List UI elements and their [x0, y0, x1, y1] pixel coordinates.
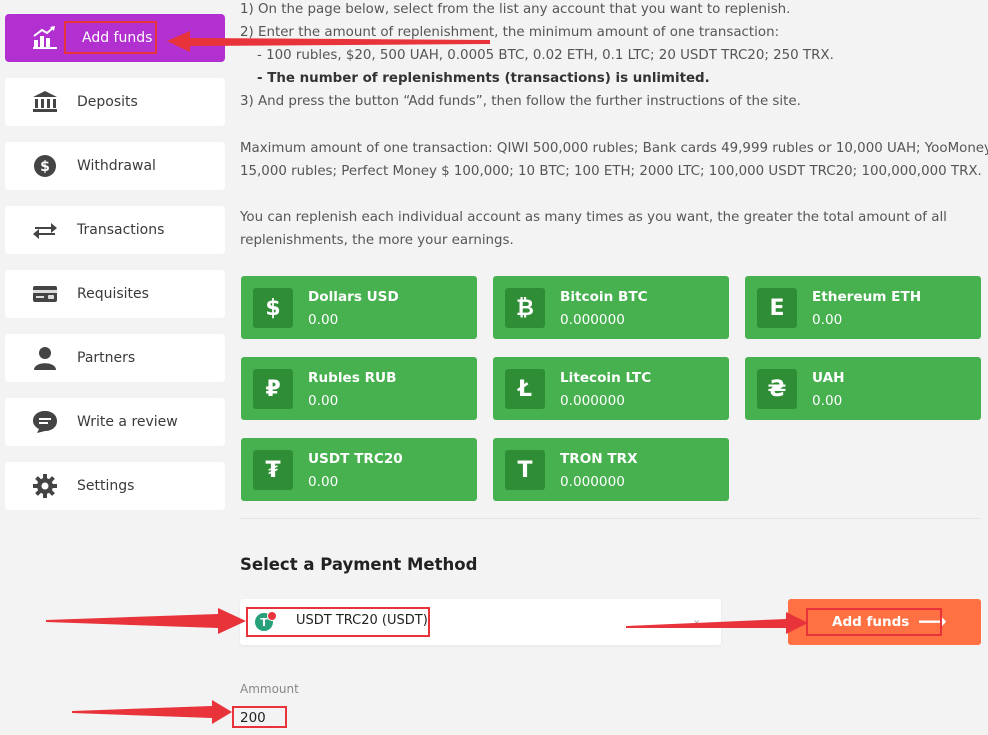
- ruble-icon: ₽: [253, 369, 293, 409]
- account-name: USDT TRC20: [308, 451, 403, 467]
- replenish-line-2: replenishments, the more your earnings.: [240, 233, 514, 248]
- account-name: Dollars USD: [308, 289, 399, 305]
- account-name: Litecoin LTC: [560, 370, 652, 386]
- account-card-btc[interactable]: ₿ Bitcoin BTC 0.000000: [493, 276, 729, 339]
- bitcoin-icon: ₿: [505, 288, 545, 328]
- instruction-step-2: 2) Enter the amount of replenishment, th…: [240, 25, 780, 40]
- instruction-unlimited-text: - The number of replenishments (transact…: [257, 71, 710, 86]
- account-card-usd[interactable]: $ Dollars USD 0.00: [241, 276, 477, 339]
- dollar-coin-icon: $: [32, 154, 58, 178]
- chevron-down-icon: ⌄: [692, 613, 702, 626]
- account-balance: 0.000000: [560, 474, 625, 490]
- hryvnia-icon: ₴: [757, 369, 797, 409]
- annotation-box-add-funds-nav: [64, 21, 157, 54]
- account-balance: 0.00: [308, 312, 339, 328]
- sidebar-item-deposits[interactable]: Deposits: [5, 78, 225, 126]
- sidebar-item-partners[interactable]: Partners: [5, 334, 225, 382]
- amount-label: Ammount: [240, 682, 299, 696]
- account-name: UAH: [812, 370, 845, 386]
- instruction-min-amounts: - 100 rubles, $20, 500 UAH, 0.0005 BTC, …: [257, 48, 834, 63]
- bank-icon: [32, 90, 58, 114]
- account-card-eth[interactable]: E Ethereum ETH 0.00: [745, 276, 981, 339]
- account-balance: 0.000000: [560, 393, 625, 409]
- divider: [240, 518, 980, 519]
- svg-text:$: $: [40, 159, 50, 175]
- annotation-box-add-funds-button: [806, 608, 942, 636]
- exchange-arrows-icon: [32, 218, 58, 242]
- sidebar-item-transactions[interactable]: Transactions: [5, 206, 225, 254]
- instruction-unlimited: - The number of replenishments (transact…: [257, 67, 710, 90]
- sidebar-item-label: Withdrawal: [77, 158, 156, 174]
- sidebar-item-settings[interactable]: Settings: [5, 462, 225, 510]
- account-card-rub[interactable]: ₽ Rubles RUB 0.00: [241, 357, 477, 420]
- litecoin-icon: Ł: [505, 369, 545, 409]
- chat-bubble-icon: [32, 410, 58, 434]
- replenish-line-1: You can replenish each individual accoun…: [240, 210, 947, 225]
- sidebar-item-label: Write a review: [77, 414, 178, 430]
- account-balance: 0.00: [308, 474, 339, 490]
- sidebar: Add funds Deposits $ Withdrawal Transact…: [0, 0, 232, 735]
- annotation-box-amount: [232, 706, 287, 728]
- account-name: Rubles RUB: [308, 370, 397, 386]
- annotation-box-payment-method: [246, 607, 430, 637]
- tron-icon: T: [505, 450, 545, 490]
- sidebar-item-label: Settings: [77, 478, 135, 494]
- ethereum-icon: E: [757, 288, 797, 328]
- max-amount-line-2: 15,000 rubles; Perfect Money $ 100,000; …: [240, 164, 982, 179]
- sidebar-item-write-review[interactable]: Write a review: [5, 398, 225, 446]
- sidebar-item-requisites[interactable]: Requisites: [5, 270, 225, 318]
- tether-icon: ₮: [253, 450, 293, 490]
- sidebar-item-withdrawal[interactable]: $ Withdrawal: [5, 142, 225, 190]
- account-card-uah[interactable]: ₴ UAH 0.00: [745, 357, 981, 420]
- account-card-trx[interactable]: T TRON TRX 0.000000: [493, 438, 729, 501]
- sidebar-item-label: Requisites: [77, 286, 149, 302]
- dollar-icon: $: [253, 288, 293, 328]
- payment-method-title: Select a Payment Method: [240, 555, 478, 574]
- max-amount-line-1: Maximum amount of one transaction: QIWI …: [240, 141, 988, 156]
- account-name: Ethereum ETH: [812, 289, 922, 305]
- instruction-step-3: 3) And press the button “Add funds”, the…: [240, 94, 801, 109]
- user-icon: [32, 346, 58, 370]
- account-balance: 0.000000: [560, 312, 625, 328]
- credit-card-icon: [32, 282, 58, 306]
- account-card-ltc[interactable]: Ł Litecoin LTC 0.000000: [493, 357, 729, 420]
- account-name: Bitcoin BTC: [560, 289, 648, 305]
- account-name: TRON TRX: [560, 451, 638, 467]
- sidebar-item-label: Partners: [77, 350, 136, 366]
- account-balance: 0.00: [812, 393, 843, 409]
- instruction-step-1: 1) On the page below, select from the li…: [240, 2, 791, 17]
- sidebar-item-label: Transactions: [77, 222, 165, 238]
- sidebar-item-label: Deposits: [77, 94, 138, 110]
- account-balance: 0.00: [812, 312, 843, 328]
- account-card-usdt[interactable]: ₮ USDT TRC20 0.00: [241, 438, 477, 501]
- account-balance: 0.00: [308, 393, 339, 409]
- chart-up-icon: [32, 26, 58, 50]
- gear-icon: [32, 474, 58, 498]
